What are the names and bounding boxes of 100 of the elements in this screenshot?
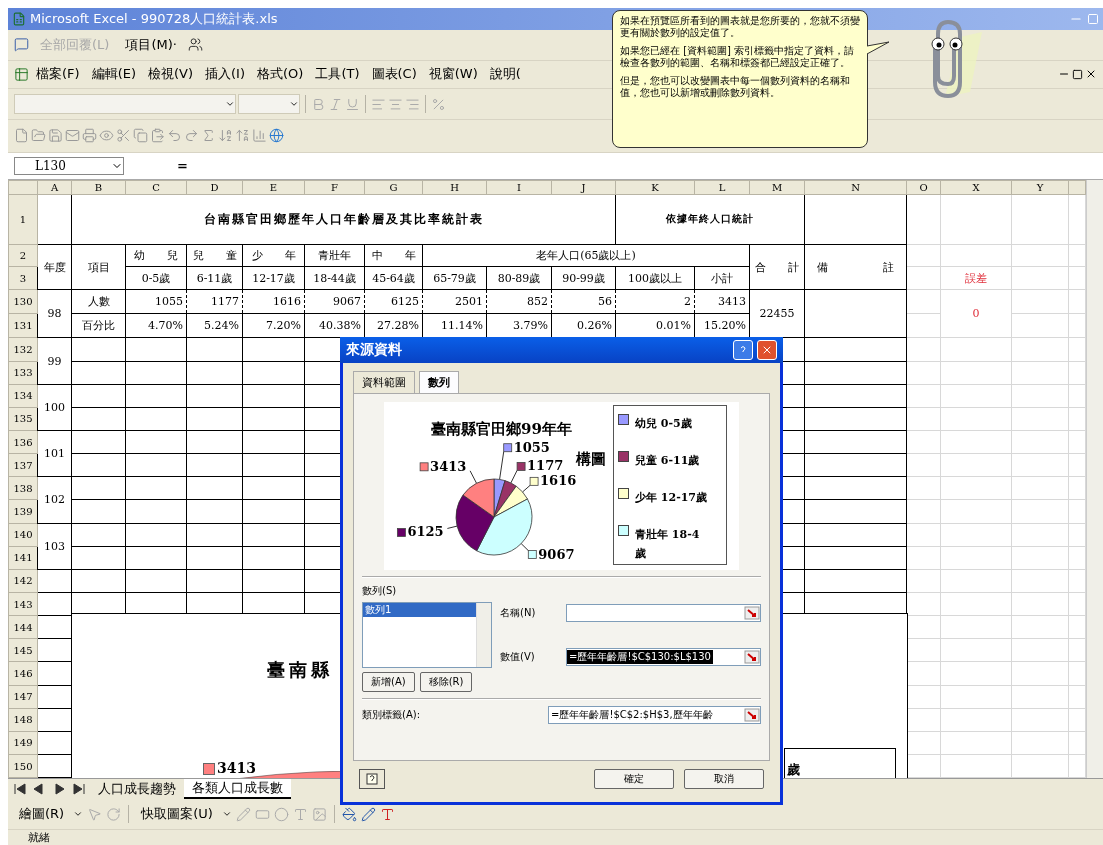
- row-header[interactable]: 142: [8, 569, 38, 593]
- add-button[interactable]: 新增(A): [362, 672, 415, 692]
- maximize-icon[interactable]: [1087, 12, 1099, 25]
- row-header[interactable]: 137: [8, 453, 38, 477]
- row-header[interactable]: 149: [8, 731, 38, 755]
- sum-icon[interactable]: [201, 128, 216, 144]
- category-labels-field[interactable]: =歷年年齡層!$C$2:$H$3,歷年年齡: [548, 706, 761, 724]
- row-header[interactable]: 148: [8, 708, 38, 732]
- ok-button[interactable]: 確定: [594, 769, 674, 789]
- row-header[interactable]: 139: [8, 499, 38, 524]
- dialog-tab[interactable]: 資料範圍: [353, 371, 415, 393]
- column-header[interactable]: E: [242, 180, 305, 195]
- remove-button[interactable]: 移除(R): [419, 672, 473, 692]
- column-header[interactable]: H: [422, 180, 487, 195]
- menu-item[interactable]: 視窗(W): [423, 63, 483, 86]
- picture-icon[interactable]: [311, 806, 327, 822]
- font-color-icon[interactable]: [379, 806, 395, 822]
- list-scrollbar[interactable]: [476, 603, 491, 667]
- menu-item[interactable]: 檔案(F): [31, 63, 85, 86]
- column-header[interactable]: B: [71, 180, 126, 195]
- align-center-icon[interactable]: [388, 96, 403, 112]
- cut-icon[interactable]: [116, 128, 131, 144]
- column-header[interactable]: D: [186, 180, 243, 195]
- row-header[interactable]: 141: [8, 546, 38, 570]
- collapse-dialog-icon[interactable]: [744, 606, 760, 620]
- save-icon[interactable]: [48, 128, 63, 144]
- sort-ascending-icon[interactable]: [218, 128, 233, 144]
- align-left-icon[interactable]: [371, 96, 386, 112]
- row-header[interactable]: 145: [8, 638, 38, 662]
- column-header[interactable]: L: [694, 180, 750, 195]
- name-box[interactable]: L130: [14, 156, 124, 175]
- menu-item[interactable]: 插入(I): [200, 63, 250, 86]
- vertical-scrollbar[interactable]: [1086, 179, 1103, 779]
- row-header[interactable]: 138: [8, 476, 38, 500]
- row-header[interactable]: 134: [8, 384, 38, 408]
- column-header[interactable]: F: [304, 180, 365, 195]
- toolbar-menu[interactable]: 項目(M)·: [120, 33, 182, 56]
- row-header[interactable]: 135: [8, 407, 38, 431]
- menu-item[interactable]: 圖表(C): [366, 63, 422, 86]
- column-header[interactable]: C: [125, 180, 187, 195]
- chart-icon[interactable]: [252, 128, 267, 144]
- percent-icon[interactable]: [431, 96, 446, 112]
- values-field[interactable]: =歷年年齡層!$C$130:$L$130: [566, 648, 761, 666]
- row-header[interactable]: 150: [8, 754, 38, 778]
- name-field[interactable]: [566, 604, 761, 622]
- fill-color-icon[interactable]: [341, 806, 357, 822]
- row-header[interactable]: 132: [8, 337, 38, 362]
- font-dropdown[interactable]: [14, 94, 236, 115]
- open-folder-icon[interactable]: [31, 128, 46, 144]
- row-header[interactable]: 131: [8, 313, 38, 338]
- row-header[interactable]: 147: [8, 685, 38, 709]
- comment-icon[interactable]: [14, 37, 29, 53]
- row-header[interactable]: 143: [8, 592, 38, 616]
- row-header[interactable]: 1: [8, 194, 38, 245]
- preview-icon[interactable]: [99, 128, 114, 144]
- row-header[interactable]: 144: [8, 615, 38, 639]
- row-header[interactable]: 130: [8, 289, 38, 314]
- row-header[interactable]: 3: [8, 266, 38, 290]
- menu-item[interactable]: 編輯(E): [86, 63, 141, 86]
- restore-icon[interactable]: [1072, 68, 1083, 80]
- help-button[interactable]: [359, 769, 385, 789]
- line-icon[interactable]: [235, 806, 251, 822]
- line-color-icon[interactable]: [360, 806, 376, 822]
- row-header[interactable]: 2: [8, 244, 38, 267]
- collapse-dialog-icon[interactable]: [744, 708, 760, 722]
- italic-icon[interactable]: [328, 96, 343, 112]
- row-header[interactable]: 146: [8, 661, 38, 686]
- bold-icon[interactable]: [311, 96, 326, 112]
- dialog-tab[interactable]: 數列: [419, 371, 459, 393]
- row-header[interactable]: 140: [8, 523, 38, 547]
- close-button[interactable]: [757, 340, 777, 360]
- oval-icon[interactable]: [273, 806, 289, 822]
- copy-icon[interactable]: [133, 128, 148, 144]
- rotate-icon[interactable]: [106, 806, 122, 822]
- collapse-dialog-icon[interactable]: [744, 650, 760, 664]
- pointer-icon[interactable]: [87, 806, 103, 822]
- menu-item[interactable]: 檢視(V): [143, 63, 199, 86]
- paste-icon[interactable]: [150, 128, 165, 144]
- series-listbox[interactable]: 數列1: [362, 602, 492, 668]
- redo-icon[interactable]: [184, 128, 199, 144]
- cancel-button[interactable]: 取消: [684, 769, 764, 789]
- align-right-icon[interactable]: [405, 96, 420, 112]
- row-header[interactable]: 136: [8, 430, 38, 454]
- menu-item[interactable]: 工具(T): [310, 63, 365, 86]
- globe-icon[interactable]: [269, 128, 284, 144]
- row-header[interactable]: 133: [8, 361, 38, 385]
- column-header[interactable]: N: [804, 180, 907, 195]
- column-header[interactable]: X: [940, 180, 1012, 195]
- text-box-icon[interactable]: [292, 806, 308, 822]
- list-item[interactable]: 數列1: [363, 603, 476, 617]
- people-icon[interactable]: [187, 37, 203, 53]
- menu-item[interactable]: 說明(: [484, 63, 526, 86]
- undo-icon[interactable]: [167, 128, 182, 144]
- column-header[interactable]: G: [364, 180, 423, 195]
- print-icon[interactable]: [82, 128, 97, 144]
- column-header[interactable]: J: [551, 180, 616, 195]
- column-header[interactable]: A: [37, 180, 72, 195]
- mail-icon[interactable]: [65, 128, 80, 144]
- column-header[interactable]: Y: [1011, 180, 1069, 195]
- column-header[interactable]: O: [906, 180, 941, 195]
